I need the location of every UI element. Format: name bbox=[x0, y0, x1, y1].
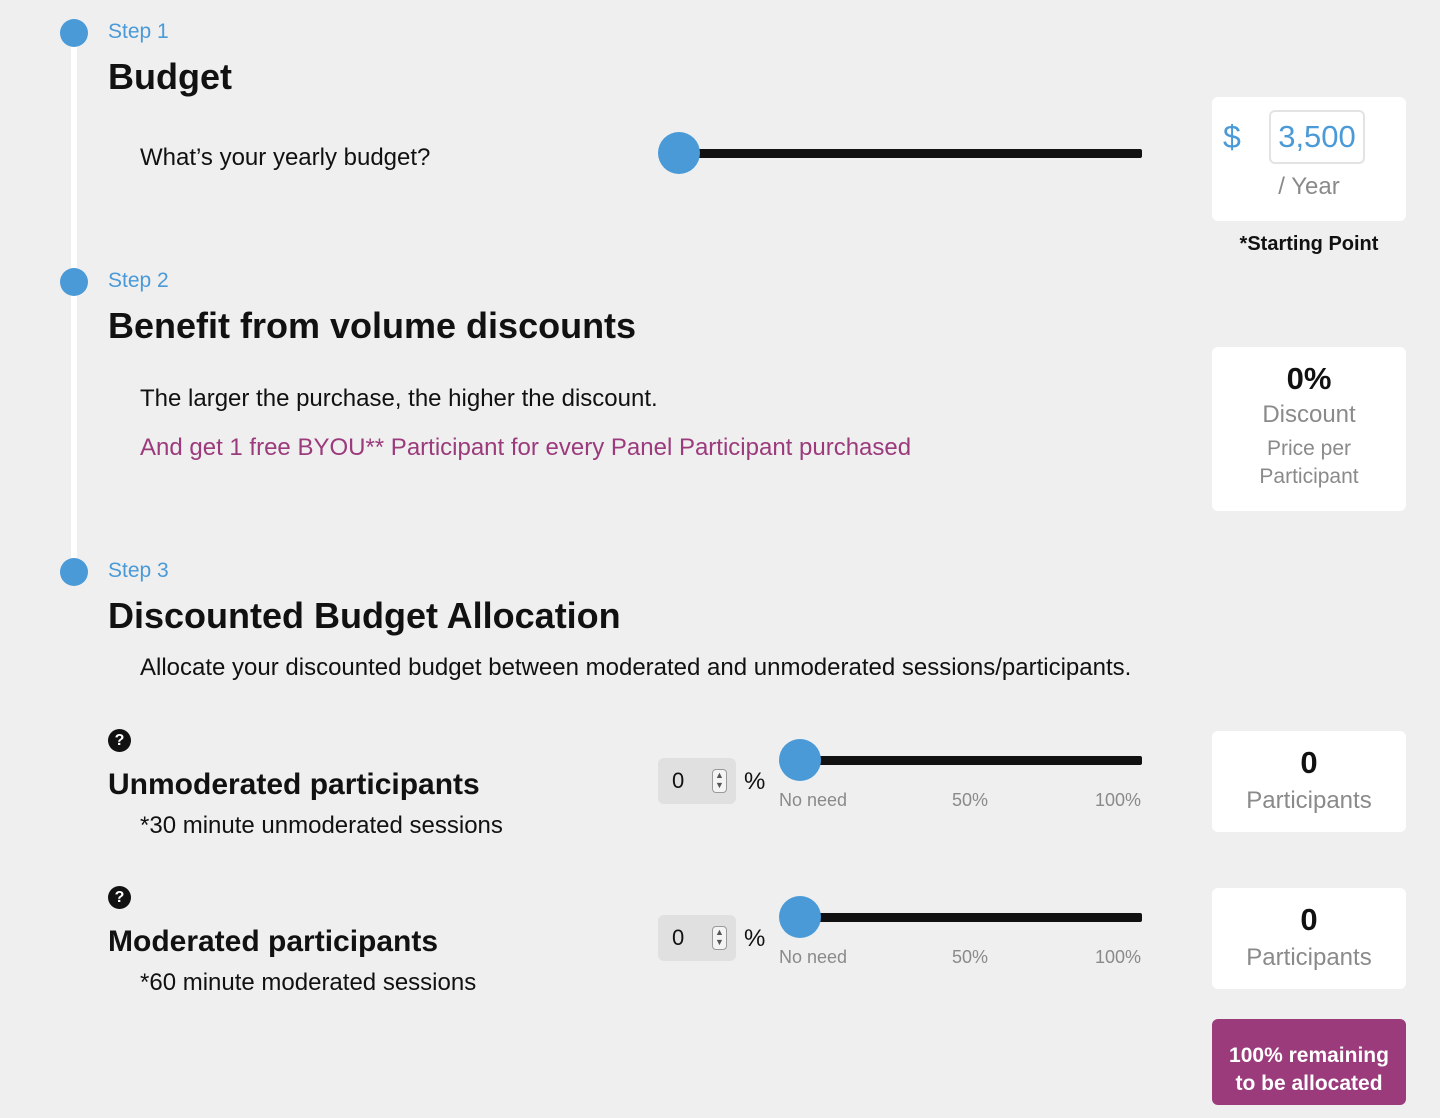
allocation-description: Allocate your discounted budget between … bbox=[140, 654, 1132, 681]
unmoderated-slider[interactable] bbox=[779, 739, 1142, 781]
step-3-dot bbox=[60, 558, 88, 586]
step-2-label: Step 2 bbox=[108, 269, 169, 292]
moderated-subtitle: *60 minute moderated sessions bbox=[140, 969, 477, 996]
unmoderated-slider-track bbox=[800, 756, 1142, 765]
starting-point-note: *Starting Point bbox=[1239, 233, 1379, 255]
pricing-calculator: Step 1 Budget What’s your yearly budget?… bbox=[0, 0, 1440, 1118]
moderated-percent-value: 0 bbox=[672, 925, 685, 950]
remaining-line-1: 100% remaining bbox=[1229, 1043, 1389, 1067]
moderated-percent-sign: % bbox=[744, 925, 766, 952]
step-2-title: Benefit from volume discounts bbox=[108, 305, 637, 346]
scale-label-100: 100% bbox=[1095, 790, 1142, 810]
participant-label: Participant bbox=[1259, 465, 1359, 488]
unmoderated-percent-sign: % bbox=[744, 768, 766, 795]
per-year-label: / Year bbox=[1278, 173, 1340, 200]
step-3-label: Step 3 bbox=[108, 559, 169, 582]
scale-label-no-need: No need bbox=[779, 947, 848, 967]
discount-card: 0% Discount Price per Participant bbox=[1212, 347, 1406, 511]
spinner-arrows-icon[interactable]: ▲ ▼ bbox=[712, 769, 727, 793]
scale-label-100: 100% bbox=[1095, 947, 1142, 967]
discount-value: 0% bbox=[1286, 361, 1332, 396]
scale-label-50: 50% bbox=[952, 790, 989, 810]
moderated-slider[interactable] bbox=[779, 896, 1142, 938]
moderated-count-card: 0 Participants bbox=[1212, 888, 1406, 989]
discount-description: The larger the purchase, the higher the … bbox=[140, 385, 658, 412]
unmoderated-title: Unmoderated participants bbox=[108, 768, 480, 801]
unmoderated-help-icon[interactable]: ? bbox=[108, 729, 131, 752]
budget-input[interactable] bbox=[1269, 110, 1365, 164]
budget-slider-track bbox=[679, 149, 1142, 158]
budget-slider[interactable] bbox=[658, 132, 1142, 174]
moderated-percent-input[interactable]: 0 ▲ ▼ bbox=[658, 915, 736, 961]
step-3-title: Discounted Budget Allocation bbox=[108, 595, 621, 636]
price-per-label: Price per bbox=[1266, 437, 1352, 460]
discount-label: Discount bbox=[1262, 401, 1356, 428]
moderated-help-icon[interactable]: ? bbox=[108, 886, 131, 909]
step-2-dot bbox=[60, 268, 88, 296]
moderated-count: 0 bbox=[1300, 902, 1318, 937]
unmoderated-count-card: 0 Participants bbox=[1212, 731, 1406, 832]
scale-label-no-need: No need bbox=[779, 790, 848, 810]
budget-card: $ / Year bbox=[1212, 97, 1406, 221]
unmoderated-count-label: Participants bbox=[1246, 787, 1372, 814]
spinner-arrows-icon[interactable]: ▲ ▼ bbox=[712, 926, 727, 950]
step-1-title: Budget bbox=[108, 56, 232, 97]
step-1-dot bbox=[60, 19, 88, 47]
unmoderated-percent-value: 0 bbox=[672, 768, 685, 793]
unmoderated-count: 0 bbox=[1300, 745, 1318, 780]
moderated-count-label: Participants bbox=[1246, 944, 1372, 971]
unmoderated-slider-thumb[interactable] bbox=[779, 739, 821, 781]
timeline-line bbox=[71, 40, 77, 560]
currency-symbol: $ bbox=[1223, 119, 1241, 155]
unmoderated-percent-input[interactable]: 0 ▲ ▼ bbox=[658, 758, 736, 804]
moderated-slider-track bbox=[800, 913, 1142, 922]
moderated-slider-thumb[interactable] bbox=[779, 896, 821, 938]
budget-question: What’s your yearly budget? bbox=[140, 144, 431, 171]
unmoderated-subtitle: *30 minute unmoderated sessions bbox=[140, 812, 503, 839]
byou-promo-text: And get 1 free BYOU** Participant for ev… bbox=[140, 434, 912, 461]
budget-slider-thumb[interactable] bbox=[658, 132, 700, 174]
scale-label-50: 50% bbox=[952, 947, 989, 967]
remaining-line-2: to be allocated bbox=[1235, 1071, 1383, 1095]
remaining-allocation-badge[interactable]: 100% remaining to be allocated bbox=[1212, 1019, 1406, 1105]
moderated-title: Moderated participants bbox=[108, 925, 439, 958]
step-1-label: Step 1 bbox=[108, 20, 169, 43]
